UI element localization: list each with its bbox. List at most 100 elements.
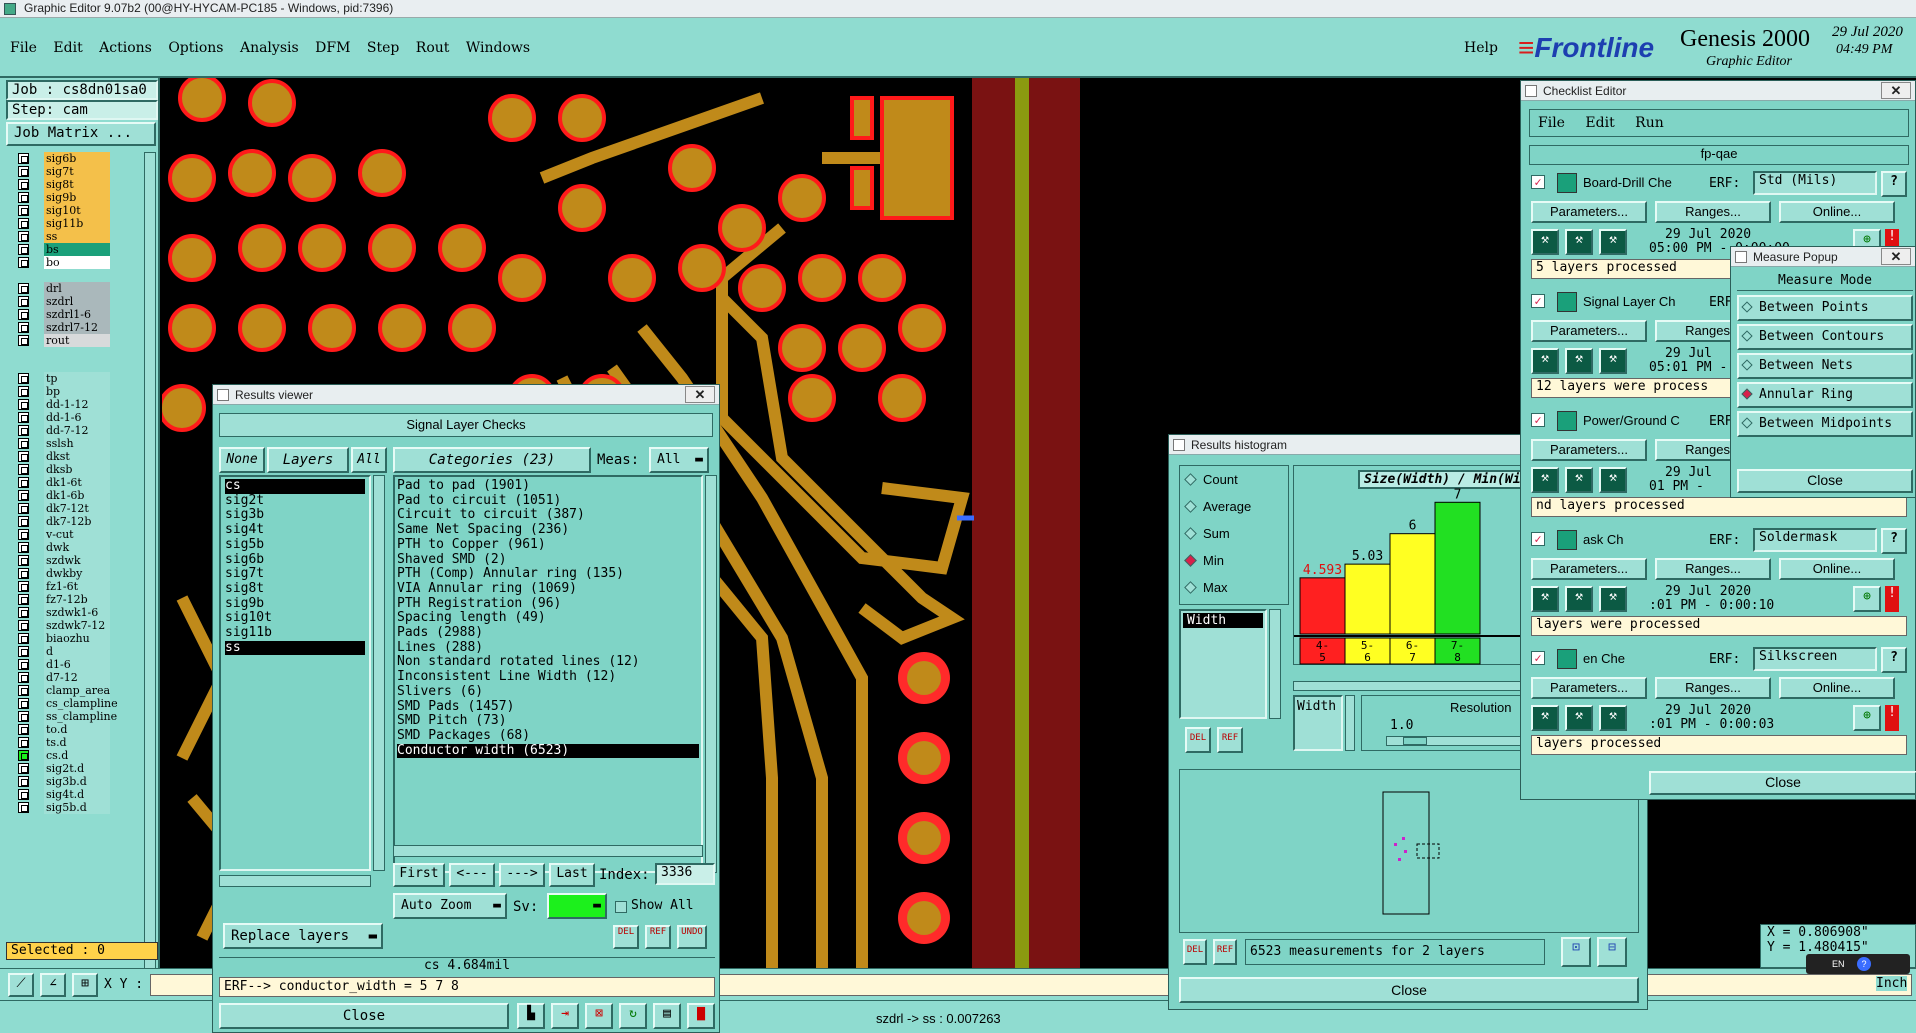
measure-mode-option[interactable]: Between Midpoints — [1737, 411, 1913, 437]
histogram-option[interactable]: Average — [1184, 499, 1251, 514]
layer-checkbox[interactable] — [18, 296, 29, 307]
layer-row[interactable]: dk1-6t — [14, 476, 144, 489]
layer-row[interactable]: ts.d — [14, 736, 144, 749]
layer-row[interactable]: tp — [14, 372, 144, 385]
check-erf-value[interactable]: Silkscreen — [1753, 647, 1877, 671]
layer-checkbox[interactable] — [18, 425, 29, 436]
layer-row[interactable]: dwk — [14, 541, 144, 554]
layer-row[interactable]: sig6b — [14, 152, 144, 165]
layer-checkbox[interactable] — [18, 646, 29, 657]
auto-zoom-dropdown[interactable]: Auto Zoom ▬ — [393, 893, 507, 919]
layer-row[interactable]: szdrl — [14, 295, 144, 308]
layer-row[interactable]: rout — [14, 334, 144, 347]
radio-diamond-icon[interactable] — [1741, 359, 1753, 371]
job-matrix-button[interactable]: Job Matrix ... — [6, 122, 156, 146]
layer-row[interactable]: sig10t — [14, 204, 144, 217]
radio-diamond-icon[interactable] — [1741, 330, 1753, 342]
layer-checkbox[interactable] — [18, 335, 29, 346]
prev-button[interactable]: <--- — [449, 863, 495, 887]
tool-line-icon[interactable]: ⟋ — [8, 973, 34, 997]
rv-category-scrollbar[interactable] — [705, 475, 717, 873]
layer-checkbox[interactable] — [18, 620, 29, 631]
resolution-slider-thumb[interactable] — [1403, 737, 1427, 745]
checklist-menu-file[interactable]: File — [1538, 115, 1565, 131]
layer-row[interactable]: drl — [14, 282, 144, 295]
layer-checkbox[interactable] — [18, 309, 29, 320]
menu-rout[interactable]: Rout — [416, 40, 450, 56]
parameters-button[interactable]: Parameters... — [1531, 677, 1647, 699]
radio-diamond-icon[interactable] — [1741, 417, 1753, 429]
layer-list[interactable]: sig6b sig7t sig8t sig9b sig10t sig11b ss bs bo dr… — [6, 152, 146, 1018]
rv-category-item[interactable]: SMD Pitch (73) — [397, 714, 699, 729]
rv-category-item[interactable]: Circuit to circuit (387) — [397, 508, 699, 523]
rv-category-item[interactable]: VIA Annular ring (1069) — [397, 581, 699, 597]
run-icon[interactable]: ⚒ — [1531, 586, 1559, 612]
run-icon[interactable]: ⚒ — [1565, 229, 1593, 255]
rv-layer-list[interactable]: cs sig2t sig3b sig4t sig5b sig6b sig7t sig8t sig… — [219, 475, 371, 871]
meas-dropdown[interactable]: All ▬ — [649, 447, 709, 473]
layer-checkbox[interactable] — [18, 179, 29, 190]
check-help-button[interactable]: ? — [1881, 528, 1907, 554]
rv-layer-item[interactable]: sig6b — [225, 552, 365, 568]
histogram-icon[interactable]: ▇ — [687, 1003, 715, 1029]
layer-checkbox[interactable] — [18, 490, 29, 501]
check-help-button[interactable]: ? — [1881, 171, 1907, 197]
close-icon[interactable]: ✕ — [1881, 248, 1911, 265]
checklist-close-button[interactable]: Close — [1649, 771, 1916, 795]
layer-checkbox[interactable] — [18, 322, 29, 333]
help-circle-icon[interactable]: ? — [1857, 957, 1872, 971]
online-button[interactable]: Online... — [1779, 201, 1895, 223]
layer-row[interactable]: sig2t.d — [14, 762, 144, 775]
rv-close-button[interactable]: Close — [219, 1003, 509, 1029]
layer-checkbox[interactable] — [18, 789, 29, 800]
run-icon[interactable]: ⚒ — [1599, 229, 1627, 255]
layer-row[interactable]: dkst — [14, 450, 144, 463]
radio-diamond-icon[interactable] — [1184, 527, 1197, 540]
check-name[interactable]: ask Ch — [1583, 532, 1623, 547]
layers-button[interactable]: Layers — [267, 447, 349, 473]
tool-angle-icon[interactable]: ∠ — [40, 973, 66, 997]
online-button[interactable]: Online... — [1779, 558, 1895, 580]
layer-row[interactable]: szdwk1-6 — [14, 606, 144, 619]
online-button[interactable]: Online... — [1779, 677, 1895, 699]
chart-icon[interactable]: ▙ — [517, 1003, 545, 1029]
menu-edit[interactable]: Edit — [53, 40, 82, 56]
layer-row[interactable]: szdwk7-12 — [14, 619, 144, 632]
rv-layer-hscroll[interactable] — [219, 875, 371, 887]
rv-layer-item[interactable]: sig10t — [225, 611, 365, 626]
layer-checkbox[interactable] — [18, 607, 29, 618]
layer-row[interactable]: sig4t.d — [14, 788, 144, 801]
run-icon[interactable]: ⚒ — [1565, 586, 1593, 612]
layer-checkbox[interactable] — [18, 529, 29, 540]
rv-category-item[interactable]: Shaved SMD (2) — [397, 552, 699, 568]
layer-row[interactable]: to.d — [14, 723, 144, 736]
check-enable-box[interactable]: ✓ — [1531, 651, 1545, 665]
layer-checkbox[interactable] — [18, 568, 29, 579]
layer-row[interactable]: dd-7-12 — [14, 424, 144, 437]
check-name[interactable]: Board-Drill Che — [1583, 175, 1672, 190]
hist-del-button-2[interactable]: DEL — [1183, 939, 1207, 965]
rv-layer-scrollbar[interactable] — [373, 475, 385, 871]
rv-category-item[interactable]: SMD Pads (1457) — [397, 699, 699, 715]
check-help-button[interactable]: ? — [1881, 647, 1907, 673]
checklist-menu-edit[interactable]: Edit — [1585, 115, 1614, 131]
layer-checkbox[interactable] — [18, 776, 29, 787]
last-button[interactable]: Last — [549, 863, 595, 887]
hist-ref-button[interactable]: REF — [1217, 727, 1243, 753]
histogram-measure-list[interactable]: Width — [1179, 609, 1267, 719]
layer-row[interactable]: fz1-6t — [14, 580, 144, 593]
layer-checkbox[interactable] — [18, 555, 29, 566]
layer-row[interactable]: cs_clampline — [14, 697, 144, 710]
layer-row[interactable]: v-cut — [14, 528, 144, 541]
rv-category-hscroll[interactable] — [393, 845, 703, 857]
histogram-option[interactable]: Count — [1184, 472, 1238, 487]
close-icon[interactable]: ✕ — [685, 386, 715, 403]
layer-checkbox[interactable] — [18, 724, 29, 735]
sv-dropdown[interactable]: ▬ — [547, 893, 607, 919]
check-enable-box[interactable]: ✓ — [1531, 413, 1545, 427]
rv-category-item[interactable]: Spacing length (49) — [397, 611, 699, 626]
notes-icon[interactable]: ▤ — [653, 1003, 681, 1029]
layer-row[interactable]: sig7t — [14, 165, 144, 178]
parameters-button[interactable]: Parameters... — [1531, 558, 1647, 580]
show-all-checkbox[interactable] — [615, 901, 627, 913]
